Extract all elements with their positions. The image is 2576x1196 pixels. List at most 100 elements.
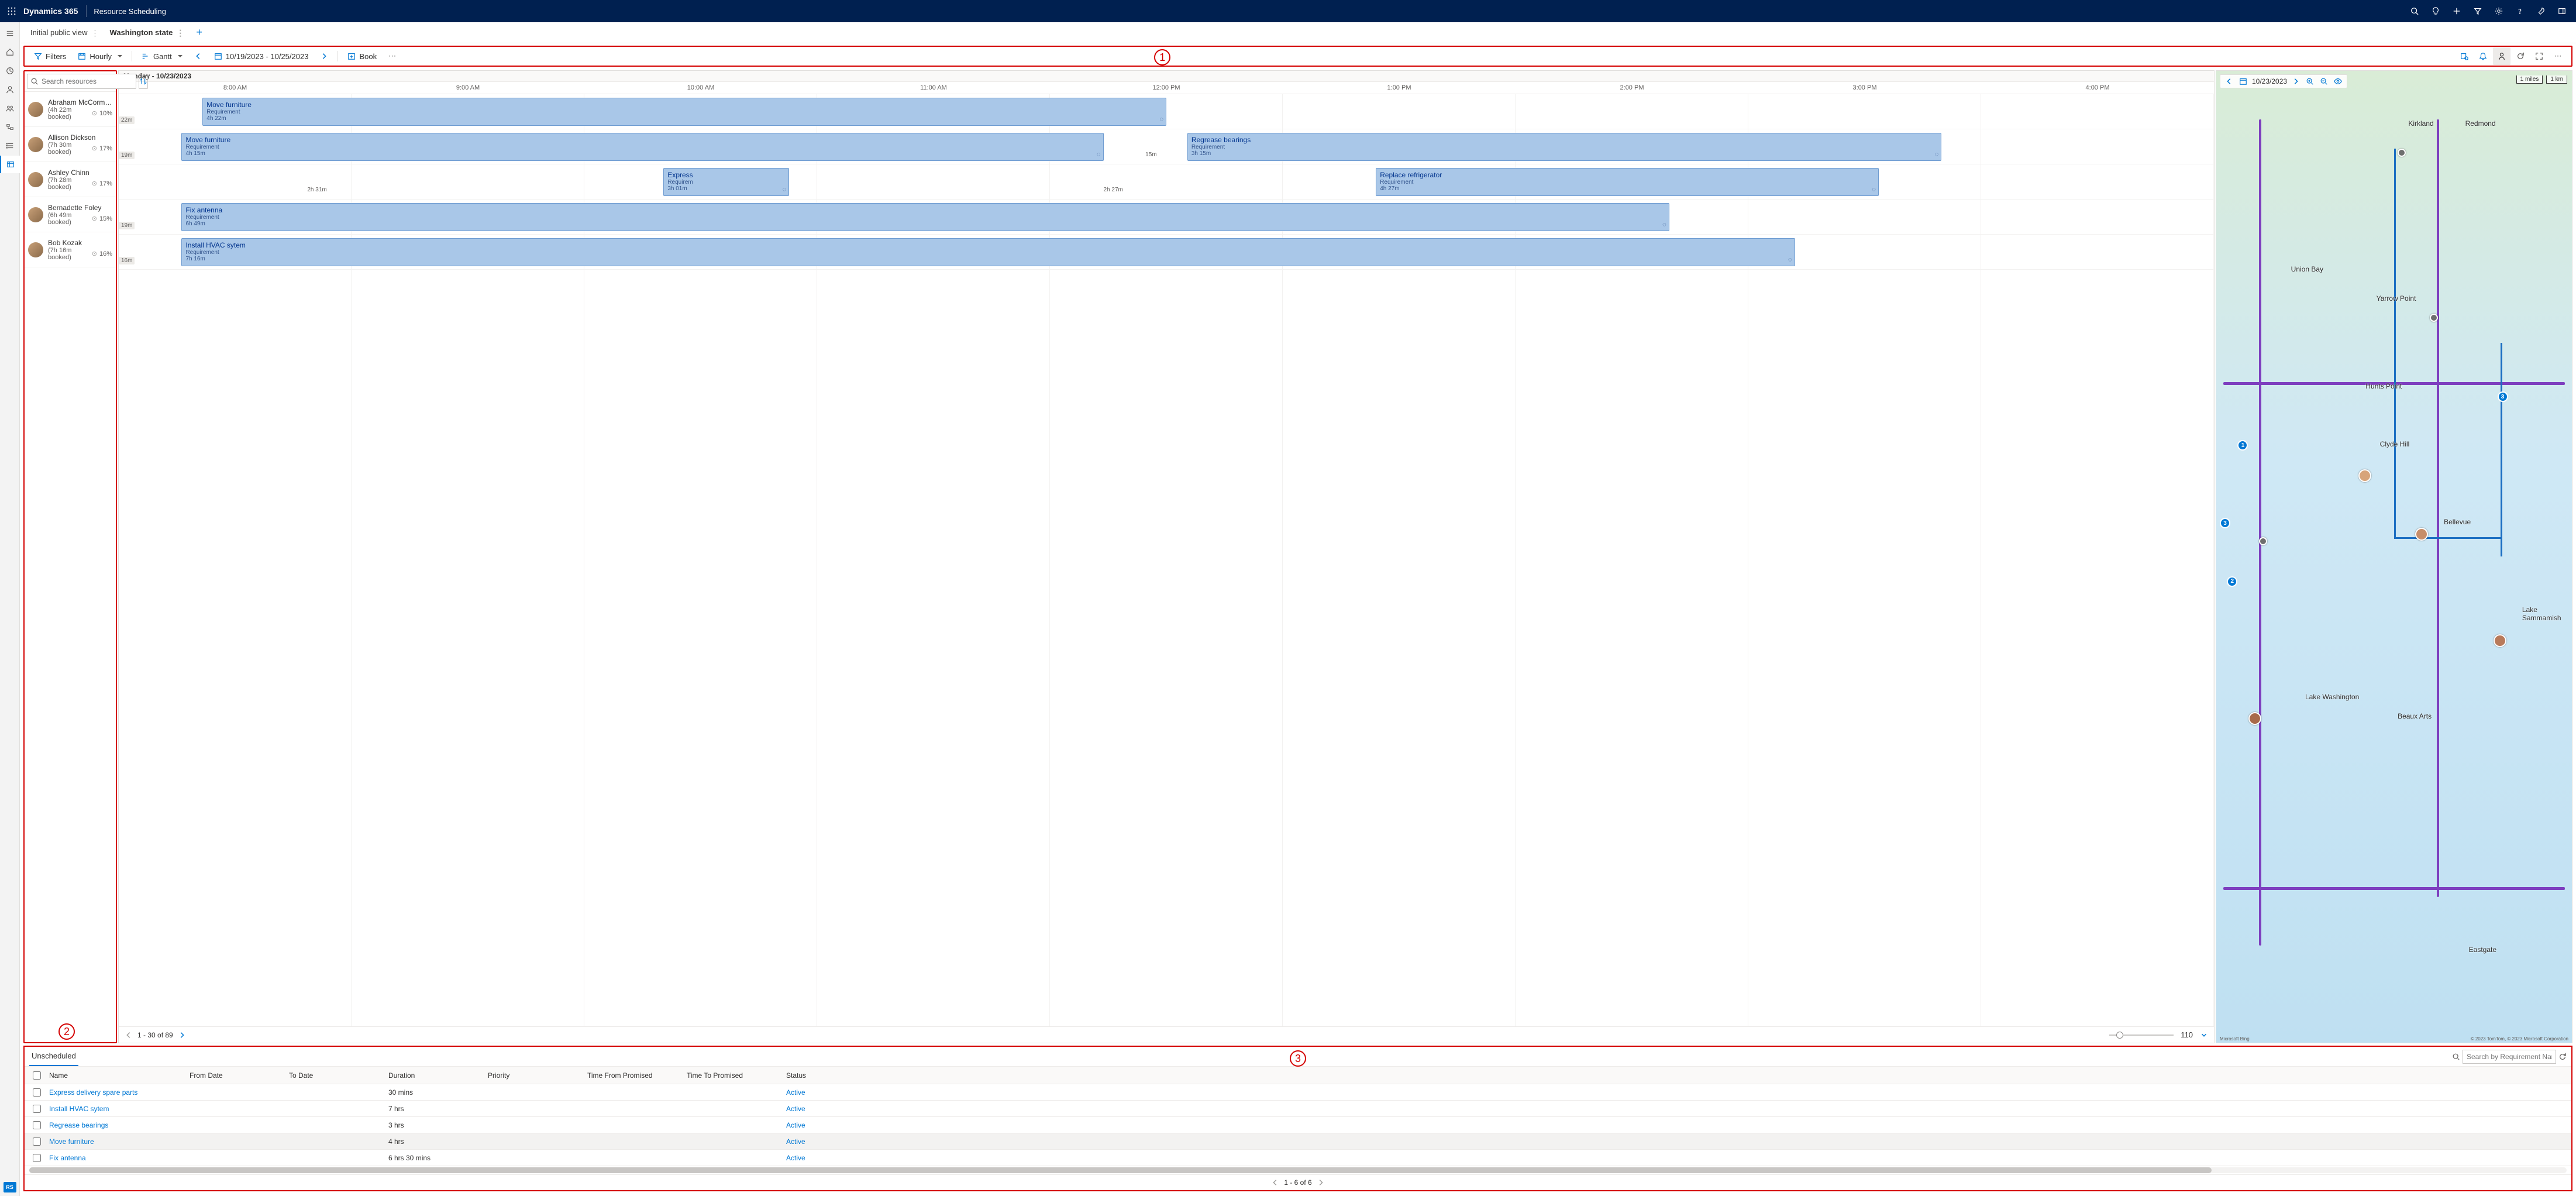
rail-org-icon[interactable] [0, 118, 20, 136]
toolbar-overflow[interactable]: ⋯ [384, 49, 401, 63]
map-next-day[interactable] [2291, 76, 2301, 87]
help-icon[interactable] [2509, 0, 2530, 22]
gantt-lane[interactable]: 19m15mMove furniture Requirement 4h 15m … [119, 129, 2214, 164]
rail-recent-icon[interactable] [0, 62, 20, 80]
requirement-name-link[interactable]: Express delivery spare parts [49, 1088, 137, 1097]
requirement-name-link[interactable]: Fix antenna [49, 1154, 86, 1162]
row-checkbox[interactable] [33, 1088, 41, 1097]
booking[interactable]: Fix antenna Requirement 6h 49m ◌ [181, 203, 1669, 231]
select-all-checkbox[interactable] [33, 1071, 41, 1080]
pager-prev[interactable] [125, 1031, 133, 1039]
filter-icon[interactable] [2467, 0, 2488, 22]
row-checkbox[interactable] [33, 1154, 41, 1162]
map-zoom-in-icon[interactable] [2305, 76, 2315, 87]
map-stop[interactable] [2430, 314, 2438, 322]
search-icon[interactable] [2404, 0, 2425, 22]
requirement-name-link[interactable]: Move furniture [49, 1137, 94, 1146]
area-label[interactable]: Resource Scheduling [94, 7, 166, 16]
resource-row[interactable]: Bob Kozak (7h 16m booked) ⊙ 16% [25, 232, 116, 267]
find-availability-icon[interactable] [2456, 47, 2473, 65]
requirement-refresh-icon[interactable] [2558, 1053, 2567, 1061]
status-link[interactable]: Active [786, 1121, 805, 1129]
map-resource-pin[interactable] [2248, 712, 2261, 725]
lightbulb-icon[interactable] [2425, 0, 2446, 22]
gantt-lane[interactable]: 2h 31m2h 27mExpress Requirem 3h 01m ◌Rep… [119, 164, 2214, 200]
col-time-to-promised[interactable]: Time To Promised [687, 1071, 786, 1080]
requirement-row[interactable]: Express delivery spare parts 30 mins Act… [25, 1084, 2571, 1101]
map-stop-number[interactable]: 1 [2237, 440, 2248, 451]
expand-icon[interactable] [2530, 47, 2548, 65]
rail-people-icon[interactable] [0, 99, 20, 117]
booking[interactable]: Move furniture Requirement 4h 15m ◌ [181, 133, 1103, 161]
map-stop[interactable] [2259, 537, 2267, 545]
gantt-lane[interactable]: 16mInstall HVAC sytem Requirement 7h 16m… [119, 235, 2214, 270]
rail-list-icon[interactable] [0, 137, 20, 154]
tab-unscheduled[interactable]: Unscheduled [29, 1047, 78, 1066]
col-from-date[interactable]: From Date [190, 1071, 289, 1080]
book-button[interactable]: Book [343, 50, 381, 63]
resource-sort-button[interactable] [139, 74, 148, 89]
date-range-picker[interactable]: 10/19/2023 - 10/25/2023 [209, 50, 314, 63]
requirement-row[interactable]: Install HVAC sytem 7 hrs Active [25, 1101, 2571, 1117]
rail-schedule-board-icon[interactable] [0, 156, 20, 173]
booking[interactable]: Regrease bearings Requirement 3h 15m ◌ [1187, 133, 1942, 161]
area-switcher-badge[interactable]: RS [4, 1182, 16, 1192]
panel-icon[interactable] [2551, 0, 2572, 22]
map-resource-pin[interactable] [2358, 469, 2371, 482]
booking[interactable]: Move furniture Requirement 4h 22m ◌ [202, 98, 1166, 126]
map-zoom-out-icon[interactable] [2319, 76, 2329, 87]
resource-row[interactable]: Abraham McCormick (4h 22m booked) ⊙ 10% [25, 92, 116, 127]
layout-dropdown[interactable]: Gantt [137, 50, 187, 63]
booking[interactable]: Replace refrigerator Requirement 4h 27m … [1376, 168, 1879, 196]
grid-pager-prev[interactable] [1271, 1178, 1279, 1187]
rail-hamburger[interactable] [0, 25, 20, 42]
booking[interactable]: Express Requirem 3h 01m ◌ [663, 168, 789, 196]
view-tab-initial[interactable]: Initial public view⋮ [27, 26, 103, 39]
booking[interactable]: Install HVAC sytem Requirement 7h 16m ◌ [181, 238, 1795, 266]
rail-person-icon[interactable] [0, 81, 20, 98]
requirement-name-link[interactable]: Install HVAC sytem [49, 1105, 109, 1113]
col-duration[interactable]: Duration [388, 1071, 488, 1080]
map-resource-pin[interactable] [2494, 634, 2506, 647]
refresh-icon[interactable] [2512, 47, 2529, 65]
map-resource-pin[interactable] [2415, 528, 2428, 541]
toolbar-more-icon[interactable]: ⋯ [2549, 47, 2567, 65]
view-tab-washington[interactable]: Washington state⋮ [106, 26, 188, 39]
gear-icon[interactable] [2488, 0, 2509, 22]
requirement-row[interactable]: Move furniture 4 hrs Active [25, 1133, 2571, 1150]
gantt-lane[interactable]: 19mFix antenna Requirement 6h 49m ◌ [119, 200, 2214, 235]
map-calendar-icon[interactable] [2238, 76, 2248, 87]
gantt-lane[interactable]: 22mMove furniture Requirement 4h 22m ◌ [119, 94, 2214, 129]
map-stop[interactable] [2398, 149, 2406, 157]
requirement-row[interactable]: Fix antenna 6 hrs 30 mins Active [25, 1150, 2571, 1166]
map-panel[interactable]: 1 2 3 3 KirklandRedmondBellevueYarrow Po… [2216, 70, 2572, 1043]
resource-search-input[interactable] [27, 74, 136, 89]
col-name[interactable]: Name [49, 1071, 190, 1080]
rail-home-icon[interactable] [0, 43, 20, 61]
status-link[interactable]: Active [786, 1137, 805, 1146]
status-link[interactable]: Active [786, 1154, 805, 1162]
map-prev-day[interactable] [2224, 76, 2234, 87]
resource-row[interactable]: Allison Dickson (7h 30m booked) ⊙ 17% [25, 127, 116, 162]
range-prev-button[interactable] [190, 50, 207, 63]
resource-row[interactable]: Ashley Chinn (7h 28m booked) ⊙ 17% [25, 162, 116, 197]
legend-icon[interactable] [2493, 47, 2510, 65]
filters-button[interactable]: Filters [29, 50, 71, 63]
requirement-name-link[interactable]: Regrease bearings [49, 1121, 108, 1129]
pager-next[interactable] [178, 1031, 186, 1039]
zoom-dropdown[interactable] [2200, 1031, 2208, 1039]
wrench-icon[interactable] [2530, 0, 2551, 22]
alerts-icon[interactable] [2474, 47, 2492, 65]
requirement-row[interactable]: Regrease bearings 3 hrs Active [25, 1117, 2571, 1133]
grid-pager-next[interactable] [1317, 1178, 1325, 1187]
row-checkbox[interactable] [33, 1137, 41, 1146]
range-next-button[interactable] [315, 50, 333, 63]
resource-row[interactable]: Bernadette Foley (6h 49m booked) ⊙ 15% [25, 197, 116, 232]
row-checkbox[interactable] [33, 1105, 41, 1113]
map-stop-number[interactable]: 2 [2227, 576, 2237, 587]
col-time-from-promised[interactable]: Time From Promised [587, 1071, 687, 1080]
map-stop-number[interactable]: 3 [2220, 518, 2230, 528]
status-link[interactable]: Active [786, 1088, 805, 1097]
time-view-dropdown[interactable]: Hourly [73, 50, 127, 63]
map-view-icon[interactable] [2333, 76, 2343, 87]
